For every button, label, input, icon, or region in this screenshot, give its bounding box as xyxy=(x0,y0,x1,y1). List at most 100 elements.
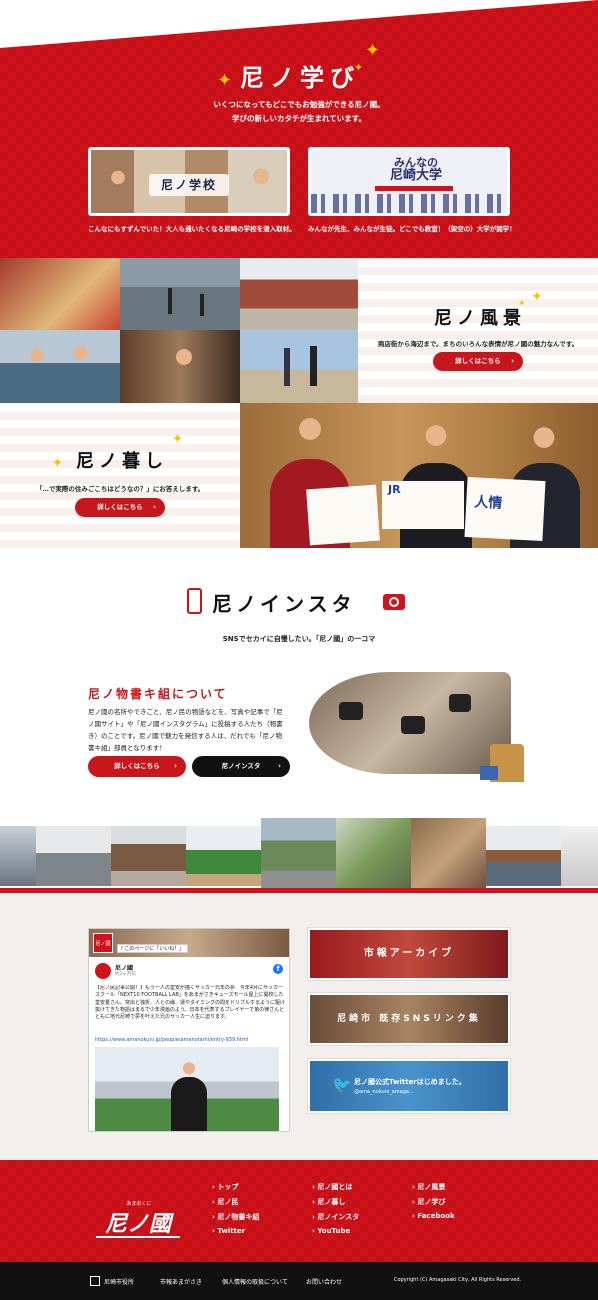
photo-figure xyxy=(101,160,135,210)
footer-link[interactable]: 尼ノ風景 xyxy=(412,1182,445,1192)
club-detail-button[interactable]: 詳しくはこちら › xyxy=(88,756,186,777)
section-subtitle: SNSでセカイに自慢したい。「尼ノ國」の一コマ xyxy=(222,635,376,643)
bottom-link[interactable]: 個人情報の取扱について xyxy=(222,1277,288,1286)
photo-tile[interactable] xyxy=(240,258,358,330)
sns-link-banner[interactable]: 尼崎市 既存SNSリンク集 xyxy=(308,993,510,1045)
card-title: みんなの 尼崎大学 xyxy=(371,156,461,182)
insta-tile[interactable] xyxy=(36,826,111,886)
camera-figure xyxy=(449,694,471,712)
card-caption: みんなが先生、みんなが生徒。どこでも教室！（架空の）大学が開学！ xyxy=(308,225,516,233)
footer-link[interactable]: 尼ノ民 xyxy=(212,1197,238,1207)
insta-tile[interactable] xyxy=(411,818,486,893)
insta-collage-photo[interactable] xyxy=(309,672,511,774)
card-title-line: 尼崎大学 xyxy=(389,168,442,183)
insta-tile[interactable] xyxy=(486,826,561,886)
footer-link[interactable]: トップ xyxy=(212,1182,238,1192)
twitter-banner[interactable]: 🐦 尼ノ國公式Twitterはじめました。 @ama_nokuni_amaga.… xyxy=(308,1059,510,1113)
photo-tile[interactable] xyxy=(120,330,240,403)
handwritten-sign: JR xyxy=(382,481,464,529)
handwritten-sign: 人情 xyxy=(464,477,546,541)
photo-figure xyxy=(241,156,281,213)
sparkle-icon: ✦ xyxy=(217,70,233,91)
footer-link[interactable]: Facebook xyxy=(412,1212,454,1220)
section-title: 尼ノ暮し xyxy=(76,451,168,472)
fb-like-button[interactable]: f このページに「いいね！」 xyxy=(117,944,189,953)
photo-figure xyxy=(284,348,290,386)
avatar xyxy=(95,963,111,979)
camera-figure xyxy=(339,702,363,720)
photo-figure xyxy=(22,338,52,388)
photo-tile[interactable] xyxy=(0,258,120,330)
photo-figure xyxy=(166,336,202,396)
footer-link[interactable]: 尼ノ物書キ組 xyxy=(212,1212,259,1222)
photo-figure xyxy=(518,411,570,487)
fukei-text-panel: ✦ ✦ 尼ノ風景 商店街から海辺まで。まちのいろんな表情が尼ノ國の魅力なんです。… xyxy=(358,258,598,403)
photo-tile[interactable] xyxy=(240,330,358,403)
city-link[interactable]: 尼崎市役所 xyxy=(104,1277,134,1286)
city-emblem-icon xyxy=(90,1276,100,1286)
skyline-illustration xyxy=(311,194,507,213)
photo-tile[interactable] xyxy=(120,258,240,330)
amano-gakko-card[interactable]: 尼ノ学校 xyxy=(88,147,290,216)
footer-link[interactable]: 尼ノ國とは xyxy=(312,1182,352,1192)
fukei-detail-button[interactable]: 詳しくはこちら › xyxy=(433,352,523,371)
chevron-right-icon: › xyxy=(278,762,281,770)
photo-figure xyxy=(200,294,204,316)
button-label: 詳しくはこちら xyxy=(114,762,160,770)
shiho-archive-banner[interactable]: 市報アーカイブ xyxy=(308,928,510,980)
photo-tile[interactable] xyxy=(0,330,120,403)
twitter-handle: @ama_nokuni_amaga... xyxy=(354,1089,414,1095)
bottom-link[interactable]: 市報あまがさき xyxy=(160,1277,202,1286)
kurashi-section: ✦ ✦ 尼ノ暮し 「…で実際の住みごこちはどうなの？」にお答えします。 詳しくは… xyxy=(0,403,598,548)
button-label: 尼ノインスタ xyxy=(221,762,261,770)
facebook-widget[interactable]: 尼ノ國 f このページに「いいね！」 尼ノ國 約2ヶ月前 f 【尼ノ民記事公開！… xyxy=(88,928,290,1132)
title-underline xyxy=(375,186,453,191)
camera-figure xyxy=(401,716,425,734)
bottom-bar: 尼崎市役所 市報あまがさき 個人情報の取扱について お問い合わせ Copyrig… xyxy=(0,1262,598,1300)
footer-link[interactable]: 尼ノインスタ xyxy=(312,1212,359,1222)
handwritten-sign xyxy=(306,484,380,546)
photo-figure xyxy=(282,403,338,481)
footer-link[interactable]: 尼ノ暮し xyxy=(312,1197,345,1207)
photo-figure xyxy=(410,409,462,485)
footer-link[interactable]: 尼ノ学び xyxy=(412,1197,445,1207)
instagram-feed xyxy=(0,818,598,893)
camera-icon xyxy=(383,594,405,610)
insta-tile[interactable] xyxy=(186,826,261,886)
insta-link-button[interactable]: 尼ノインスタ › xyxy=(192,756,290,777)
section-title: 尼ノ風景 xyxy=(434,308,526,329)
sparkle-icon: ✦ xyxy=(172,432,183,447)
footer-link[interactable]: YouTube xyxy=(312,1227,350,1235)
camera-lens xyxy=(389,597,399,607)
photo-figure xyxy=(168,288,172,314)
logo-wave xyxy=(96,1236,180,1238)
footer-link[interactable]: Twitter xyxy=(212,1227,245,1235)
fb-post-image[interactable] xyxy=(95,1047,279,1131)
amagasaki-daigaku-card[interactable]: みんなの 尼崎大学 xyxy=(308,147,510,216)
banner-label: 尼ノ國公式Twitterはじめました。 xyxy=(354,1078,466,1086)
chevron-right-icon: › xyxy=(174,762,177,770)
facebook-icon: f xyxy=(273,964,283,974)
bottom-link[interactable]: お問い合わせ xyxy=(306,1277,342,1286)
section-divider xyxy=(0,0,598,48)
button-label: 詳しくはこちら xyxy=(97,503,143,511)
insta-tile[interactable] xyxy=(0,826,36,886)
insta-tile[interactable] xyxy=(111,826,186,886)
card-caption: こんなにもすずんでいた！大人も通いたくなる尼崎の学校を潜入取材。 xyxy=(88,225,296,233)
insta-section: 尼ノインスタ SNSでセカイに自慢したい。「尼ノ國」の一コマ 尼ノ物書キ組につい… xyxy=(0,548,598,818)
footer-logo[interactable]: 尼ノ國 xyxy=(90,1206,186,1238)
kurashi-detail-button[interactable]: 詳しくはこちら › xyxy=(75,498,165,517)
photo-figure xyxy=(66,336,96,386)
fb-cover: 尼ノ國 f このページに「いいね！」 xyxy=(89,929,289,957)
photo-figure xyxy=(173,1053,205,1097)
club-title: 尼ノ物書キ組について xyxy=(88,687,228,701)
manabi-section: ✦ ✦ ✦ 尼ノ学び いくつになってもどこでもお勉強ができる尼ノ國。 学びの新し… xyxy=(0,0,598,258)
photo-figure xyxy=(310,346,317,386)
insta-tile[interactable] xyxy=(336,818,411,893)
insta-tile[interactable] xyxy=(261,818,336,893)
section-lead: いくつになってもどこでもお勉強ができる尼ノ國。 xyxy=(213,100,385,109)
widget-area: 尼ノ國 f このページに「いいね！」 尼ノ國 約2ヶ月前 f 【尼ノ民記事公開！… xyxy=(0,893,598,1160)
kurashi-photo[interactable]: JR 人情 xyxy=(240,403,598,548)
insta-tile[interactable] xyxy=(561,826,598,886)
fb-post-link[interactable]: https://www.amanokuni.jp/people/amanotam… xyxy=(95,1037,285,1043)
